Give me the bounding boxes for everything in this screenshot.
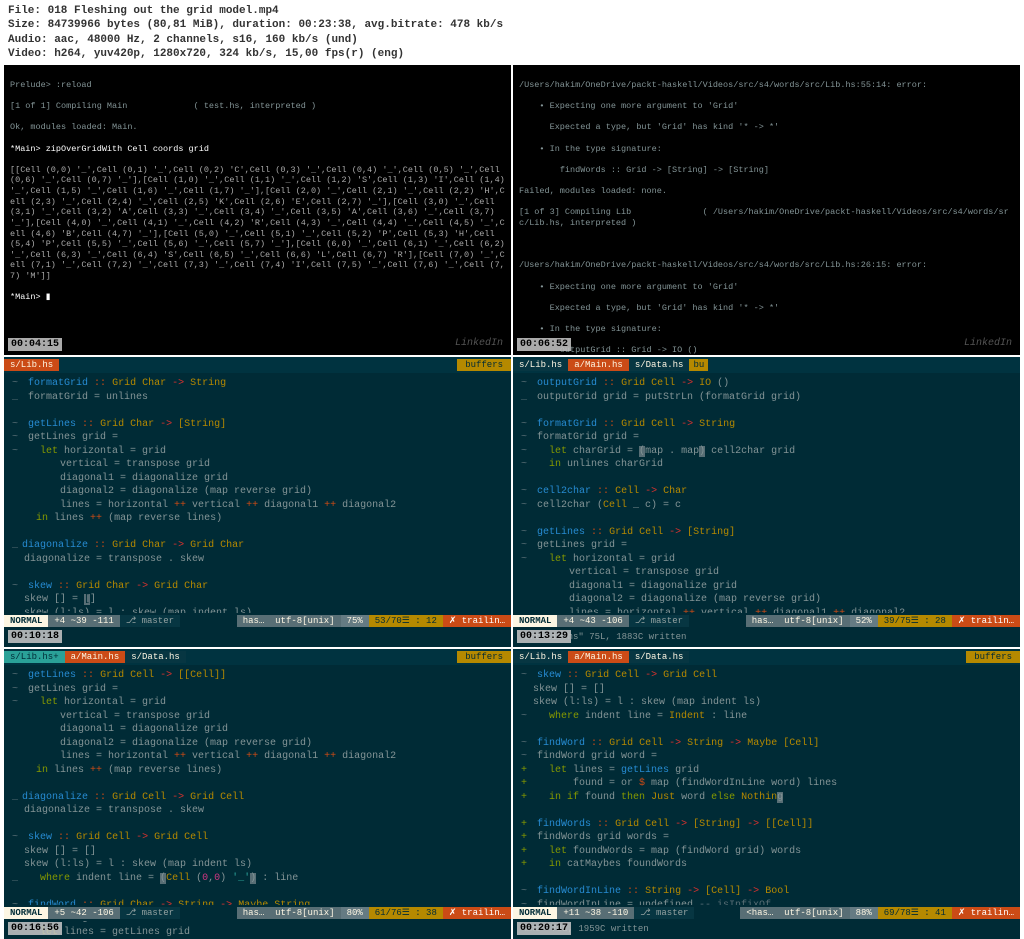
tab-data[interactable]: s/Data.hs <box>125 651 186 663</box>
thumb-6: s/Lib.hs a/Main.hs s/Data.hs buffers ~ s… <box>513 649 1020 939</box>
size-line: Size: 84739966 bytes (80,81 MiB), durati… <box>8 18 1016 32</box>
tab-bar: s/Lib.hs+ a/Main.hs s/Data.hs buffers <box>4 649 511 665</box>
timestamp-badge: 00:13:29 <box>517 630 571 643</box>
thumb-5: s/Lib.hs+ a/Main.hs s/Data.hs buffers ~ … <box>4 649 511 939</box>
buffers-button[interactable]: buffers <box>966 651 1020 663</box>
timestamp-badge: 00:04:15 <box>8 338 62 351</box>
compiler-errors: /Users/hakim/OneDrive/packt-haskell/Vide… <box>513 65 1020 355</box>
tab-bar: s/Lib.hs a/Main.hs s/Data.hs buffers <box>513 649 1020 665</box>
statusline: NORMAL +4 ~39 -111 ⎇ master has… utf-8[u… <box>4 613 511 629</box>
linkedin-watermark: LinkedIn <box>964 338 1012 349</box>
code-editor[interactable]: ~ outputGrid :: Grid Cell -> IO () _ out… <box>513 373 1020 638</box>
statusline: NORMAL +5 ~42 -106 ⎇ master has… utf-8[u… <box>4 905 511 921</box>
video-line: Video: h264, yuv420p, 1280x720, 324 kb/s… <box>8 47 1016 61</box>
timestamp-badge: 00:16:56 <box>8 922 62 935</box>
audio-line: Audio: aac, 48000 Hz, 2 channels, s16, 1… <box>8 33 1016 47</box>
cmdline: "…hs" 78L, 1959C written <box>513 921 1020 937</box>
code-editor[interactable]: ~ getLines :: Grid Cell -> [[Cell]] ~ ge… <box>4 665 511 939</box>
tab-main[interactable]: a/Main.hs <box>65 651 126 663</box>
statusline: NORMAL +4 ~43 -106 ⎇ master has… utf-8[u… <box>513 613 1020 629</box>
buffers-button[interactable]: buffers <box>457 359 511 371</box>
timestamp-badge: 00:06:52 <box>517 338 571 351</box>
tab-lib[interactable]: s/Lib.hs <box>4 359 59 371</box>
tab-bar: s/Lib.hs buffers <box>4 357 511 373</box>
buffers-edge[interactable]: bu <box>689 359 708 371</box>
file-line: File: 018 Fleshing out the grid model.mp… <box>8 4 1016 18</box>
thumb-3: s/Lib.hs buffers ~ formatGrid :: Grid Ch… <box>4 357 511 647</box>
code-editor[interactable]: ~ skew :: Grid Cell -> Grid Cell skew []… <box>513 665 1020 916</box>
tab-lib[interactable]: s/Lib.hs <box>513 651 568 663</box>
media-info-header: File: 018 Fleshing out the grid model.mp… <box>0 0 1024 65</box>
timestamp-badge: 00:10:18 <box>8 630 62 643</box>
tab-data[interactable]: s/Data.hs <box>629 359 690 371</box>
timestamp-badge: 00:20:17 <box>517 922 571 935</box>
ghci-output: Prelude> :reload [1 of 1] Compiling Main… <box>4 65 511 328</box>
linkedin-watermark: LinkedIn <box>455 338 503 349</box>
tab-lib[interactable]: s/Lib.hs <box>513 359 568 371</box>
thumbnail-grid: Prelude> :reload [1 of 1] Compiling Main… <box>0 65 1024 939</box>
tab-main[interactable]: a/Main.hs <box>568 359 629 371</box>
statusline: NORMAL +11 ~38 -110 ⎇ master <has… utf-8… <box>513 905 1020 921</box>
thumb-4: s/Lib.hs a/Main.hs s/Data.hs bu ~ output… <box>513 357 1020 647</box>
code-editor[interactable]: ~ formatGrid :: Grid Char -> String _ fo… <box>4 373 511 638</box>
tab-main[interactable]: a/Main.hs <box>568 651 629 663</box>
tab-bar: s/Lib.hs a/Main.hs s/Data.hs bu <box>513 357 1020 373</box>
thumb-1: Prelude> :reload [1 of 1] Compiling Main… <box>4 65 511 355</box>
buffers-button[interactable]: buffers <box>457 651 511 663</box>
tab-lib[interactable]: s/Lib.hs+ <box>4 651 65 663</box>
thumb-2: /Users/hakim/OneDrive/packt-haskell/Vide… <box>513 65 1020 355</box>
tab-data[interactable]: s/Data.hs <box>629 651 690 663</box>
cmdline: "src/Lib.hs" 75L, 1883C written <box>513 629 1020 645</box>
